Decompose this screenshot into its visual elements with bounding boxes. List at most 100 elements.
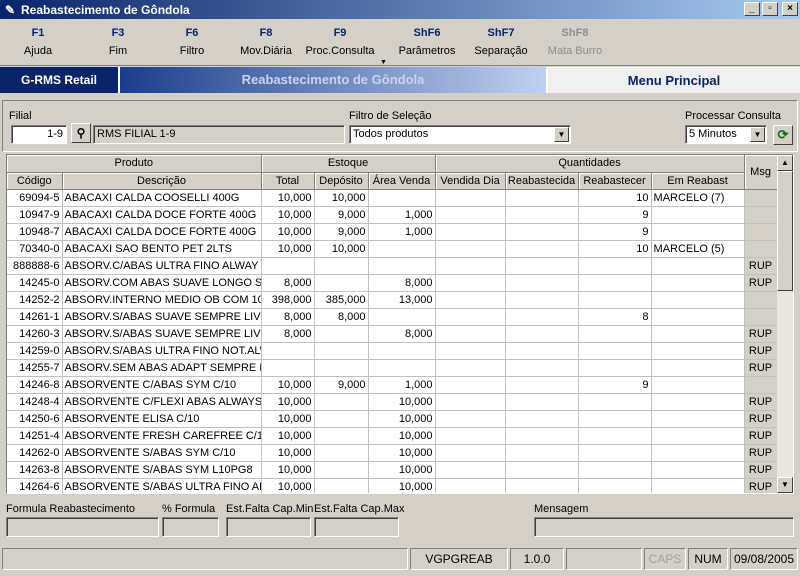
cell-reabastecida[interactable] xyxy=(505,240,579,258)
column-header-em-reabast[interactable]: Em Reabast xyxy=(651,172,745,190)
cell-vendida-dia[interactable] xyxy=(435,376,506,394)
column-header-msg[interactable]: Msg xyxy=(744,155,778,190)
cell-codigo[interactable]: 14245-0 xyxy=(7,274,63,292)
cell-deposito[interactable]: 9,000 xyxy=(314,376,369,394)
proc-consulta-button[interactable]: F9 Proc.Consulta xyxy=(302,27,378,57)
cell-area-venda[interactable]: 10,000 xyxy=(368,478,436,493)
cell-deposito[interactable] xyxy=(314,427,369,445)
cell-deposito[interactable] xyxy=(314,478,369,493)
cell-codigo[interactable]: 14262-0 xyxy=(7,444,63,462)
chevron-down-icon[interactable]: ▼ xyxy=(750,127,765,142)
cell-area-venda[interactable] xyxy=(368,342,436,360)
cell-codigo[interactable]: 14260-3 xyxy=(7,325,63,343)
product-grid[interactable]: Produto Estoque Quantidades Msg Código D… xyxy=(6,154,794,494)
cell-reabastecida[interactable] xyxy=(505,189,579,207)
cell-total[interactable] xyxy=(261,342,315,360)
cell-descricao[interactable]: ABSORVENTE C/FLEXI ABAS ALWAYS xyxy=(62,393,262,411)
cell-em-reabast[interactable] xyxy=(651,461,745,479)
cell-codigo[interactable]: 14263-8 xyxy=(7,461,63,479)
cell-reabastecida[interactable] xyxy=(505,274,579,292)
column-header-deposito[interactable]: Depósito xyxy=(314,172,369,190)
cell-descricao[interactable]: ABSORV.S/ABAS ULTRA FINO NOT.ALW xyxy=(62,342,262,360)
cell-area-venda[interactable]: 1,000 xyxy=(368,206,436,224)
cell-descricao[interactable]: ABSORV.S/ABAS SUAVE SEMPRE LIVR xyxy=(62,308,262,326)
cell-total[interactable]: 8,000 xyxy=(261,325,315,343)
cell-vendida-dia[interactable] xyxy=(435,240,506,258)
cell-reabastecer[interactable]: 9 xyxy=(578,223,652,241)
cell-reabastecida[interactable] xyxy=(505,461,579,479)
cell-descricao[interactable]: ABACAXI CALDA DOCE FORTE 400G xyxy=(62,223,262,241)
column-header-area-venda[interactable]: Área Venda xyxy=(368,172,436,190)
cell-reabastecer[interactable]: 10 xyxy=(578,189,652,207)
cell-codigo[interactable]: 888888-6 xyxy=(7,257,63,275)
cell-codigo[interactable]: 69094-5 xyxy=(7,189,63,207)
cell-em-reabast[interactable] xyxy=(651,274,745,292)
column-header-vendida-dia[interactable]: Vendida Dia xyxy=(435,172,506,190)
dropdown-arrow-icon[interactable]: ▼ xyxy=(380,59,387,66)
cell-msg[interactable]: RUP xyxy=(744,274,778,292)
cell-codigo[interactable]: 14261-1 xyxy=(7,308,63,326)
cell-vendida-dia[interactable] xyxy=(435,444,506,462)
fim-button[interactable]: F3 Fim xyxy=(80,27,156,57)
cell-area-venda[interactable] xyxy=(368,189,436,207)
table-row[interactable]: 14260-3 ABSORV.S/ABAS SUAVE SEMPRE LIVR 8,… xyxy=(7,325,778,343)
cell-total[interactable]: 10,000 xyxy=(261,206,315,224)
table-row[interactable]: 14251-4 ABSORVENTE FRESH CAREFREE C/15 10,… xyxy=(7,427,778,445)
table-row[interactable]: 14263-8 ABSORVENTE S/ABAS SYM L10PG8 10,00… xyxy=(7,461,778,479)
cell-area-venda[interactable]: 10,000 xyxy=(368,393,436,411)
cell-vendida-dia[interactable] xyxy=(435,308,506,326)
cell-reabastecer[interactable]: 8 xyxy=(578,308,652,326)
cell-reabastecida[interactable] xyxy=(505,393,579,411)
cell-codigo[interactable]: 14255-7 xyxy=(7,359,63,377)
cell-reabastecer[interactable] xyxy=(578,427,652,445)
column-header-reabastecer[interactable]: Reabastecer xyxy=(578,172,652,190)
cell-codigo[interactable]: 14259-0 xyxy=(7,342,63,360)
scroll-down-icon[interactable]: ▼ xyxy=(777,477,793,493)
cell-descricao[interactable]: ABSORV.SEM ABAS ADAPT SEMPRE LI xyxy=(62,359,262,377)
cell-deposito[interactable] xyxy=(314,274,369,292)
cell-msg[interactable]: RUP xyxy=(744,444,778,462)
cell-em-reabast[interactable] xyxy=(651,410,745,428)
cell-total[interactable]: 8,000 xyxy=(261,274,315,292)
cell-em-reabast[interactable] xyxy=(651,376,745,394)
cell-descricao[interactable]: ABACAXI SAO BENTO PET 2LTS xyxy=(62,240,262,258)
scroll-thumb[interactable] xyxy=(777,171,793,291)
cell-reabastecida[interactable] xyxy=(505,478,579,493)
cell-msg[interactable]: RUP xyxy=(744,478,778,493)
cell-msg[interactable] xyxy=(744,240,778,258)
cell-reabastecida[interactable] xyxy=(505,342,579,360)
cell-msg[interactable] xyxy=(744,223,778,241)
cell-msg[interactable] xyxy=(744,206,778,224)
cell-vendida-dia[interactable] xyxy=(435,427,506,445)
cell-msg[interactable]: RUP xyxy=(744,393,778,411)
processar-consulta-select[interactable]: 5 Minutos ▼ xyxy=(685,125,767,144)
cell-descricao[interactable]: ABSORVENTE FRESH CAREFREE C/15 xyxy=(62,427,262,445)
cell-reabastecida[interactable] xyxy=(505,206,579,224)
close-button[interactable]: × xyxy=(782,2,798,16)
cell-reabastecer[interactable] xyxy=(578,461,652,479)
cell-msg[interactable] xyxy=(744,308,778,326)
cell-deposito[interactable]: 9,000 xyxy=(314,206,369,224)
cell-area-venda[interactable] xyxy=(368,257,436,275)
cell-vendida-dia[interactable] xyxy=(435,359,506,377)
cell-vendida-dia[interactable] xyxy=(435,223,506,241)
cell-reabastecida[interactable] xyxy=(505,359,579,377)
cell-em-reabast[interactable] xyxy=(651,359,745,377)
cell-codigo[interactable]: 14246-8 xyxy=(7,376,63,394)
cell-codigo[interactable]: 14252-2 xyxy=(7,291,63,309)
table-row[interactable]: 14261-1 ABSORV.S/ABAS SUAVE SEMPRE LIVR 8,… xyxy=(7,308,778,326)
cell-total[interactable]: 398,000 xyxy=(261,291,315,309)
cell-em-reabast[interactable] xyxy=(651,206,745,224)
cell-reabastecer[interactable]: 9 xyxy=(578,376,652,394)
cell-deposito[interactable] xyxy=(314,410,369,428)
cell-area-venda[interactable]: 10,000 xyxy=(368,461,436,479)
cell-vendida-dia[interactable] xyxy=(435,257,506,275)
cell-codigo[interactable]: 14248-4 xyxy=(7,393,63,411)
cell-em-reabast[interactable]: MARCELO (5) xyxy=(651,240,745,258)
cell-reabastecer[interactable] xyxy=(578,342,652,360)
cell-reabastecer[interactable] xyxy=(578,325,652,343)
table-row[interactable]: 10948-7 ABACAXI CALDA DOCE FORTE 400G 10,0… xyxy=(7,223,778,241)
cell-deposito[interactable] xyxy=(314,359,369,377)
cell-reabastecer[interactable] xyxy=(578,410,652,428)
cell-reabastecer[interactable] xyxy=(578,257,652,275)
